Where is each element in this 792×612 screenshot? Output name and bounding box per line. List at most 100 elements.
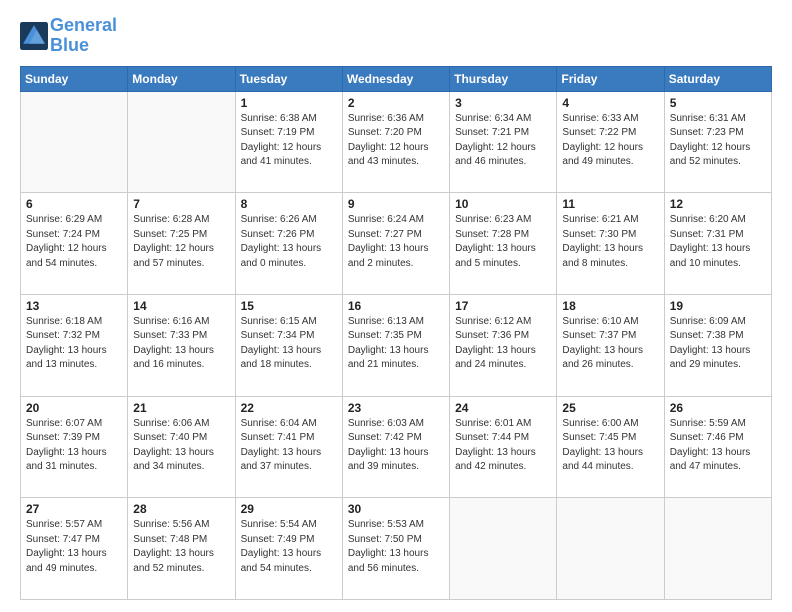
daylight-text: Daylight: 12 hours and 41 minutes. (241, 141, 337, 170)
daylight-text: Daylight: 13 hours and 26 minutes. (562, 344, 658, 373)
sunrise-text: Sunrise: 6:01 AM (455, 417, 551, 432)
sunset-text: Sunset: 7:48 PM (133, 533, 229, 548)
page: General Blue SundayMondayTuesdayWednesda… (0, 0, 792, 612)
sunrise-text: Sunrise: 6:38 AM (241, 112, 337, 127)
daylight-text: Daylight: 13 hours and 56 minutes. (348, 547, 444, 576)
daylight-text: Daylight: 13 hours and 18 minutes. (241, 344, 337, 373)
day-number: 26 (670, 401, 766, 415)
sunset-text: Sunset: 7:20 PM (348, 126, 444, 141)
day-number: 7 (133, 197, 229, 211)
sunrise-text: Sunrise: 6:00 AM (562, 417, 658, 432)
sunrise-text: Sunrise: 5:56 AM (133, 518, 229, 533)
day-number: 19 (670, 299, 766, 313)
calendar-cell: 25Sunrise: 6:00 AMSunset: 7:45 PMDayligh… (557, 396, 664, 498)
calendar-week-3: 13Sunrise: 6:18 AMSunset: 7:32 PMDayligh… (21, 294, 772, 396)
sunset-text: Sunset: 7:42 PM (348, 431, 444, 446)
calendar-cell: 29Sunrise: 5:54 AMSunset: 7:49 PMDayligh… (235, 498, 342, 600)
sunset-text: Sunset: 7:50 PM (348, 533, 444, 548)
daylight-text: Daylight: 13 hours and 54 minutes. (241, 547, 337, 576)
calendar-cell (128, 91, 235, 193)
sunrise-text: Sunrise: 6:28 AM (133, 213, 229, 228)
sunset-text: Sunset: 7:47 PM (26, 533, 122, 548)
sunset-text: Sunset: 7:22 PM (562, 126, 658, 141)
sunset-text: Sunset: 7:41 PM (241, 431, 337, 446)
calendar-cell: 1Sunrise: 6:38 AMSunset: 7:19 PMDaylight… (235, 91, 342, 193)
sunset-text: Sunset: 7:38 PM (670, 329, 766, 344)
sunrise-text: Sunrise: 6:04 AM (241, 417, 337, 432)
daylight-text: Daylight: 12 hours and 46 minutes. (455, 141, 551, 170)
sunset-text: Sunset: 7:28 PM (455, 228, 551, 243)
sunset-text: Sunset: 7:27 PM (348, 228, 444, 243)
daylight-text: Daylight: 13 hours and 39 minutes. (348, 446, 444, 475)
day-number: 9 (348, 197, 444, 211)
calendar-cell (450, 498, 557, 600)
daylight-text: Daylight: 13 hours and 52 minutes. (133, 547, 229, 576)
sunrise-text: Sunrise: 6:15 AM (241, 315, 337, 330)
daylight-text: Daylight: 13 hours and 10 minutes. (670, 242, 766, 271)
sunset-text: Sunset: 7:23 PM (670, 126, 766, 141)
day-number: 3 (455, 96, 551, 110)
sunrise-text: Sunrise: 6:26 AM (241, 213, 337, 228)
calendar-header-friday: Friday (557, 66, 664, 91)
sunset-text: Sunset: 7:37 PM (562, 329, 658, 344)
day-number: 22 (241, 401, 337, 415)
calendar-week-4: 20Sunrise: 6:07 AMSunset: 7:39 PMDayligh… (21, 396, 772, 498)
daylight-text: Daylight: 13 hours and 31 minutes. (26, 446, 122, 475)
calendar-header-wednesday: Wednesday (342, 66, 449, 91)
sunrise-text: Sunrise: 6:12 AM (455, 315, 551, 330)
sunrise-text: Sunrise: 6:09 AM (670, 315, 766, 330)
day-number: 15 (241, 299, 337, 313)
sunset-text: Sunset: 7:26 PM (241, 228, 337, 243)
day-number: 30 (348, 502, 444, 516)
calendar-cell: 7Sunrise: 6:28 AMSunset: 7:25 PMDaylight… (128, 193, 235, 295)
day-number: 16 (348, 299, 444, 313)
day-number: 25 (562, 401, 658, 415)
sunrise-text: Sunrise: 6:24 AM (348, 213, 444, 228)
day-number: 23 (348, 401, 444, 415)
calendar-cell: 16Sunrise: 6:13 AMSunset: 7:35 PMDayligh… (342, 294, 449, 396)
calendar-cell: 5Sunrise: 6:31 AMSunset: 7:23 PMDaylight… (664, 91, 771, 193)
sunrise-text: Sunrise: 6:10 AM (562, 315, 658, 330)
daylight-text: Daylight: 13 hours and 0 minutes. (241, 242, 337, 271)
sunset-text: Sunset: 7:19 PM (241, 126, 337, 141)
day-number: 28 (133, 502, 229, 516)
calendar-cell: 17Sunrise: 6:12 AMSunset: 7:36 PMDayligh… (450, 294, 557, 396)
sunrise-text: Sunrise: 6:18 AM (26, 315, 122, 330)
sunrise-text: Sunrise: 6:33 AM (562, 112, 658, 127)
day-number: 24 (455, 401, 551, 415)
calendar-cell: 30 Sunrise: 5:53 AMSunset: 7:50 PMDayligh… (342, 498, 449, 600)
day-number: 12 (670, 197, 766, 211)
daylight-text: Daylight: 13 hours and 13 minutes. (26, 344, 122, 373)
calendar-cell: 12Sunrise: 6:20 AMSunset: 7:31 PMDayligh… (664, 193, 771, 295)
calendar-cell: 3Sunrise: 6:34 AMSunset: 7:21 PMDaylight… (450, 91, 557, 193)
sunrise-text: Sunrise: 6:16 AM (133, 315, 229, 330)
calendar-cell: 14Sunrise: 6:16 AMSunset: 7:33 PMDayligh… (128, 294, 235, 396)
calendar-cell: 28 Sunrise: 5:56 AMSunset: 7:48 PMDayligh… (128, 498, 235, 600)
calendar-cell (557, 498, 664, 600)
sunrise-text: Sunrise: 6:29 AM (26, 213, 122, 228)
daylight-text: Daylight: 12 hours and 43 minutes. (348, 141, 444, 170)
day-number: 14 (133, 299, 229, 313)
sunset-text: Sunset: 7:31 PM (670, 228, 766, 243)
daylight-text: Daylight: 13 hours and 21 minutes. (348, 344, 444, 373)
daylight-text: Daylight: 13 hours and 2 minutes. (348, 242, 444, 271)
day-number: 21 (133, 401, 229, 415)
calendar-cell: 18Sunrise: 6:10 AMSunset: 7:37 PMDayligh… (557, 294, 664, 396)
day-number: 27 (26, 502, 122, 516)
calendar-cell: 8Sunrise: 6:26 AMSunset: 7:26 PMDaylight… (235, 193, 342, 295)
sunset-text: Sunset: 7:45 PM (562, 431, 658, 446)
logo-icon (20, 22, 48, 50)
calendar-cell: 9 Sunrise: 6:24 AMSunset: 7:27 PMDaylight… (342, 193, 449, 295)
calendar-cell (664, 498, 771, 600)
day-number: 17 (455, 299, 551, 313)
sunrise-text: Sunrise: 6:13 AM (348, 315, 444, 330)
sunrise-text: Sunrise: 6:06 AM (133, 417, 229, 432)
daylight-text: Daylight: 13 hours and 34 minutes. (133, 446, 229, 475)
calendar-header-thursday: Thursday (450, 66, 557, 91)
calendar-week-2: 6Sunrise: 6:29 AMSunset: 7:24 PMDaylight… (21, 193, 772, 295)
day-number: 2 (348, 96, 444, 110)
calendar-cell: 20Sunrise: 6:07 AMSunset: 7:39 PMDayligh… (21, 396, 128, 498)
calendar-cell: 13Sunrise: 6:18 AMSunset: 7:32 PMDayligh… (21, 294, 128, 396)
daylight-text: Daylight: 12 hours and 52 minutes. (670, 141, 766, 170)
sunrise-text: Sunrise: 5:53 AM (348, 518, 444, 533)
